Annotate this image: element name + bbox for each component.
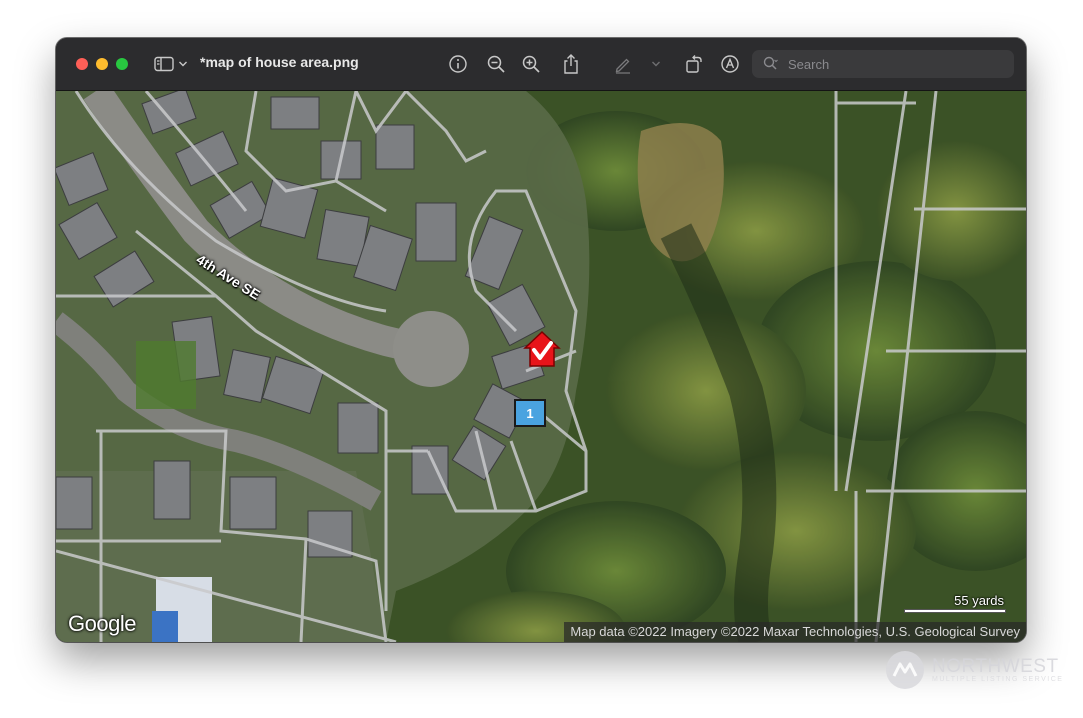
map-attribution: Map data ©2022 Imagery ©2022 Maxar Techn… <box>564 622 1026 642</box>
sidebar-menu-button[interactable] <box>177 52 189 76</box>
zoom-out-icon <box>487 55 505 73</box>
map-scale: 55 yards <box>902 591 1008 617</box>
minimize-window-button[interactable] <box>96 58 108 70</box>
title-bar: *map of house area.png <box>56 38 1026 91</box>
info-button[interactable] <box>446 52 470 76</box>
info-icon <box>449 55 467 73</box>
markup-icon <box>615 58 630 74</box>
rotate-button[interactable] <box>682 52 706 76</box>
markup-menu-button[interactable] <box>650 52 662 76</box>
numbered-marker[interactable]: 1 <box>514 399 546 427</box>
map-image[interactable]: 4th Ave SE 1 Google 55 yards Map data ©2… <box>56 91 1026 642</box>
nwmls-logo-icon <box>886 651 924 689</box>
document-title: *map of house area.png <box>200 54 359 70</box>
zoom-in-icon <box>522 55 540 73</box>
search-input[interactable] <box>786 55 1010 73</box>
sidebar-icon <box>154 56 174 72</box>
share-icon <box>564 54 578 74</box>
zoom-out-button[interactable] <box>484 52 508 76</box>
annotate-button[interactable] <box>718 52 742 76</box>
home-marker-icon[interactable] <box>522 329 562 369</box>
share-button[interactable] <box>559 52 583 76</box>
annotate-icon <box>721 55 739 73</box>
chevron-down-icon <box>179 61 187 67</box>
listing-watermark: NORTHWEST MULTIPLE LISTING SERVICE <box>886 650 1066 690</box>
watermark-name: NORTHWEST <box>932 656 1059 677</box>
maximize-window-button[interactable] <box>116 58 128 70</box>
markup-button[interactable] <box>611 52 635 76</box>
watermark-subtitle: MULTIPLE LISTING SERVICE <box>932 676 1064 683</box>
google-logo: Google <box>68 611 136 636</box>
sidebar-toggle-button[interactable] <box>152 52 176 76</box>
chevron-down-icon <box>652 61 660 67</box>
zoom-in-button[interactable] <box>519 52 543 76</box>
search-field[interactable] <box>752 50 1014 78</box>
preview-window: *map of house area.png Search 4th Ave SE… <box>56 38 1026 642</box>
search-icon <box>763 56 778 70</box>
close-window-button[interactable] <box>76 58 88 70</box>
scale-bar <box>904 609 1006 613</box>
scale-label: 55 yards <box>954 593 1004 608</box>
rotate-icon <box>686 55 702 73</box>
